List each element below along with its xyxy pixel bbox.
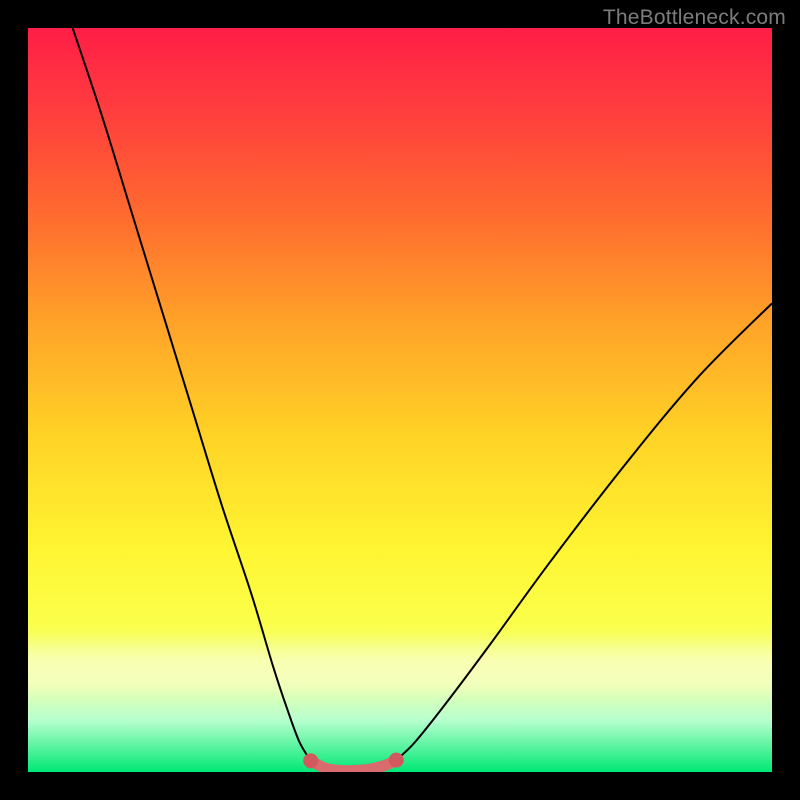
trough-start-dot (303, 753, 318, 768)
left-curve (73, 28, 311, 761)
plot-area (28, 28, 772, 772)
watermark-text: TheBottleneck.com (603, 6, 786, 30)
chart-frame: TheBottleneck.com (0, 0, 800, 800)
curve-layer (28, 28, 772, 772)
curve-group (73, 28, 772, 771)
trough-segment (311, 760, 397, 771)
right-curve (396, 303, 772, 760)
trough-end-dot (389, 753, 404, 768)
